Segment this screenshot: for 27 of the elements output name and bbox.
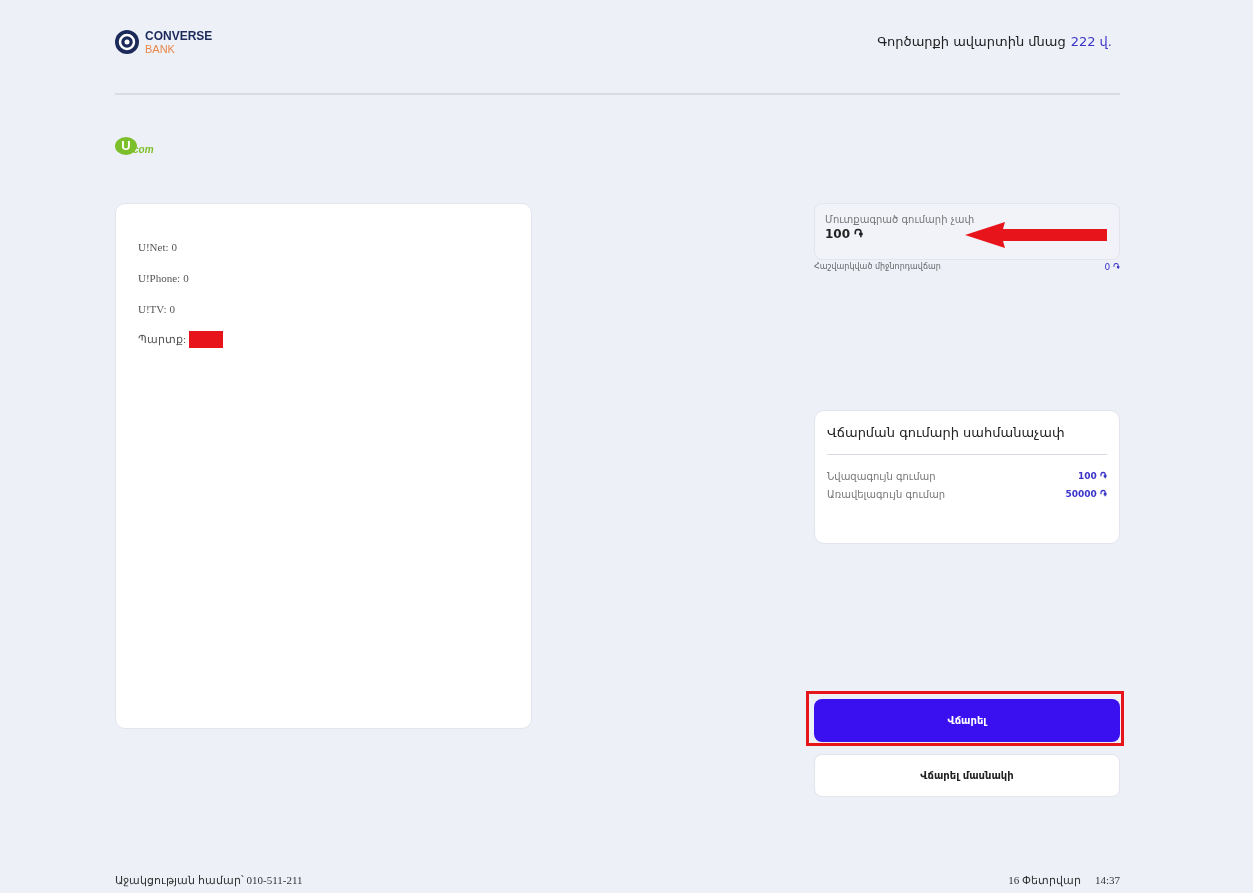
pay-button[interactable]: Վճարել [814,699,1120,742]
limit-label: Նվազագույն գումար [827,470,936,482]
balance-value: 0 [169,302,175,315]
bank-logo-icon [115,29,139,54]
commission-label: Հաշվարկված միջնորդավճար [814,262,941,273]
support-phone-text: Աջակցության համար՝ 010-511-211 [115,874,303,887]
bank-subtitle: BANK [145,42,176,55]
limit-label: Առավելագույն գումար [827,488,946,500]
limits-title: Վճարման գումարի սահմանաչափ [827,425,1107,455]
commission-value: 0 ֏ [1104,262,1120,273]
limit-value: 100 ֏ [1078,470,1107,482]
timer-label: Գործարքի ավարտին մնաց [877,34,1066,49]
balance-label: Պարտք: [138,333,187,346]
balance-label: U!TV: [138,302,167,315]
timer-value: 222 վ. [1070,34,1112,49]
balance-value: 0 [171,240,178,253]
date-text: 16 Փետրվար [1008,874,1081,887]
time-text: 14:37 [1094,874,1120,887]
limit-value: 50000 ֏ [1065,488,1107,500]
partial-pay-button[interactable]: Վճարել մասնակի [814,754,1120,797]
balance-label: U!Phone: [138,271,181,284]
amount-input-field[interactable]: Մուտքագրած գումարի չափ 100 ֏ [814,203,1120,260]
field-value: 100 ֏ [825,227,864,241]
balance-label: U!Net: [138,240,169,253]
balance-value: 0 [183,271,189,284]
bank-name: CONVERSE [145,28,213,43]
field-label: Մուտքագրած գումարի չափ [825,214,975,225]
